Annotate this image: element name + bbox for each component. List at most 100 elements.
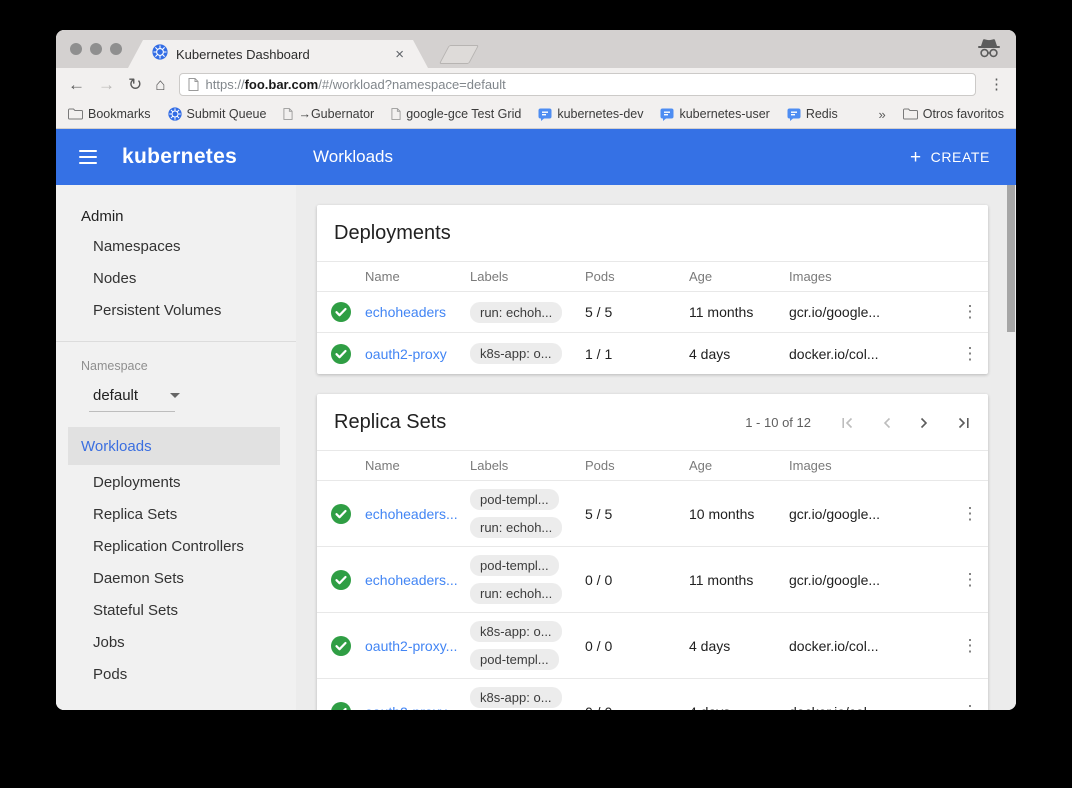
page-icon: [391, 108, 401, 120]
sidebar-item[interactable]: Stateful Sets: [56, 595, 296, 627]
scrollbar-thumb[interactable]: [1007, 185, 1015, 332]
age-cell: 4 days: [689, 704, 789, 711]
label-chip: run: echoh...: [470, 583, 562, 604]
column-labels: Labels: [470, 269, 585, 284]
row-menu-icon[interactable]: ⋮: [952, 641, 988, 650]
labels-cell: run: echoh...: [470, 302, 585, 323]
main-content: Deployments Name Labels Pods Age Images …: [296, 185, 1016, 710]
sidebar-divider: [56, 341, 296, 342]
kubernetes-favicon-icon: [152, 44, 168, 65]
table-header: Name Labels Pods Age Images: [317, 261, 988, 292]
column-name: Name: [365, 458, 470, 473]
bookmark-kubernetes-user[interactable]: kubernetes-user: [660, 107, 769, 121]
browser-window: Kubernetes Dashboard × ← → ↻ ⌂ https://f…: [56, 30, 1016, 710]
images-cell: docker.io/col...: [789, 346, 952, 362]
sidebar-item[interactable]: Nodes: [56, 263, 296, 295]
sidebar: Admin Namespaces Nodes Persistent Volume…: [56, 185, 296, 710]
table-row: echoheaders... pod-templ...run: echoh...…: [317, 481, 988, 547]
replica-sets-card: Replica Sets 1 - 10 of 12 Name Labels Po…: [317, 394, 988, 710]
sidebar-item-workloads[interactable]: Workloads: [68, 427, 280, 465]
sidebar-item[interactable]: Daemon Sets: [56, 563, 296, 595]
sidebar-item[interactable]: Persistent Volumes: [56, 295, 296, 327]
browser-titlebar: Kubernetes Dashboard ×: [56, 30, 1016, 68]
status-ok-icon: [317, 570, 365, 590]
images-cell: gcr.io/google...: [789, 506, 952, 522]
label-chip: pod-templ...: [470, 489, 559, 510]
sidebar-item-admin[interactable]: Admin: [81, 208, 296, 225]
previous-page-icon[interactable]: [882, 416, 892, 430]
label-chip: pod-templ...: [470, 555, 559, 576]
sidebar-item[interactable]: Deployments: [56, 467, 296, 499]
first-page-icon[interactable]: [841, 416, 855, 430]
workload-items-list: Deployments Replica Sets Replication Con…: [56, 467, 296, 691]
address-bar[interactable]: https://foo.bar.com/#/workload?namespace…: [179, 73, 976, 96]
table-header: Name Labels Pods Age Images: [317, 450, 988, 481]
home-button[interactable]: ⌂: [155, 76, 165, 93]
pods-cell: 5 / 5: [585, 506, 689, 522]
close-tab-icon[interactable]: ×: [395, 47, 404, 62]
app-body: Admin Namespaces Nodes Persistent Volume…: [56, 185, 1016, 710]
reload-button[interactable]: ↻: [128, 76, 142, 93]
sidebar-item[interactable]: Jobs: [56, 627, 296, 659]
images-cell: docker.io/col...: [789, 638, 952, 654]
bookmarks-overflow-icon[interactable]: »: [878, 107, 885, 122]
column-images: Images: [789, 458, 952, 473]
hamburger-menu-icon[interactable]: [79, 150, 97, 164]
next-page-icon[interactable]: [919, 416, 929, 430]
browser-tab[interactable]: Kubernetes Dashboard ×: [128, 40, 428, 68]
status-ok-icon: [317, 636, 365, 656]
namespace-select[interactable]: default: [93, 387, 296, 404]
plus-icon: +: [910, 148, 922, 167]
forward-button[interactable]: →: [98, 76, 115, 93]
resource-name-link[interactable]: oauth2-proxy...: [365, 704, 470, 711]
resource-name-link[interactable]: echoheaders: [365, 304, 470, 320]
create-button[interactable]: + CREATE: [910, 148, 990, 167]
incognito-icon: [976, 38, 1002, 63]
kubernetes-icon: [168, 107, 182, 121]
bookmark-submit-queue[interactable]: Submit Queue: [168, 107, 267, 121]
app-header: kubernetes Workloads + CREATE: [56, 129, 1016, 185]
sidebar-item[interactable]: Namespaces: [56, 231, 296, 263]
bookmark-redis[interactable]: Redis: [787, 107, 838, 121]
resource-name-link[interactable]: oauth2-proxy...: [365, 638, 470, 654]
age-cell: 11 months: [689, 572, 789, 588]
row-menu-icon[interactable]: ⋮: [952, 707, 988, 710]
bookmark-gubernator[interactable]: →Gubernator: [283, 107, 374, 121]
label-chip: run: echoh...: [470, 302, 562, 323]
kubernetes-logo: kubernetes: [122, 145, 237, 169]
row-menu-icon[interactable]: ⋮: [952, 575, 988, 584]
status-ok-icon: [317, 302, 365, 322]
row-menu-icon[interactable]: ⋮: [952, 349, 988, 358]
close-window-button[interactable]: [70, 43, 82, 55]
other-bookmarks-folder[interactable]: Otros favoritos: [903, 107, 1004, 121]
browser-menu-icon[interactable]: ⋮: [989, 75, 1004, 93]
last-page-icon[interactable]: [956, 416, 970, 430]
minimize-window-button[interactable]: [90, 43, 102, 55]
table-row: echoheaders... pod-templ... run: echoh...…: [317, 547, 988, 613]
pagination: 1 - 10 of 12: [745, 415, 970, 430]
resource-name-link[interactable]: echoheaders...: [365, 572, 470, 588]
bookmark-kubernetes-dev[interactable]: kubernetes-dev: [538, 107, 643, 121]
new-tab-button[interactable]: [439, 45, 479, 64]
labels-cell: pod-templ...run: echoh...: [470, 489, 585, 538]
sidebar-item[interactable]: Pods: [56, 659, 296, 691]
row-menu-icon[interactable]: ⋮: [952, 509, 988, 518]
url-text: https://foo.bar.com/#/workload?namespace…: [206, 77, 506, 92]
row-menu-icon[interactable]: ⋮: [952, 307, 988, 316]
age-cell: 4 days: [689, 346, 789, 362]
zoom-window-button[interactable]: [110, 43, 122, 55]
url-host: foo.bar.com: [245, 77, 319, 92]
sidebar-item[interactable]: Replica Sets: [56, 499, 296, 531]
resource-name-link[interactable]: oauth2-proxy: [365, 346, 470, 362]
bookmark-bookmarks[interactable]: Bookmarks: [68, 107, 151, 121]
chat-icon: [538, 108, 552, 121]
bookmark-google-gce-test-grid[interactable]: google-gce Test Grid: [391, 107, 521, 121]
namespace-value: default: [93, 387, 138, 404]
window-controls[interactable]: [70, 43, 122, 55]
resource-name-link[interactable]: echoheaders...: [365, 506, 470, 522]
chat-icon: [787, 108, 801, 121]
status-ok-icon: [317, 702, 365, 711]
column-age: Age: [689, 269, 789, 284]
sidebar-item[interactable]: Replication Controllers: [56, 531, 296, 563]
back-button[interactable]: ←: [68, 76, 85, 93]
